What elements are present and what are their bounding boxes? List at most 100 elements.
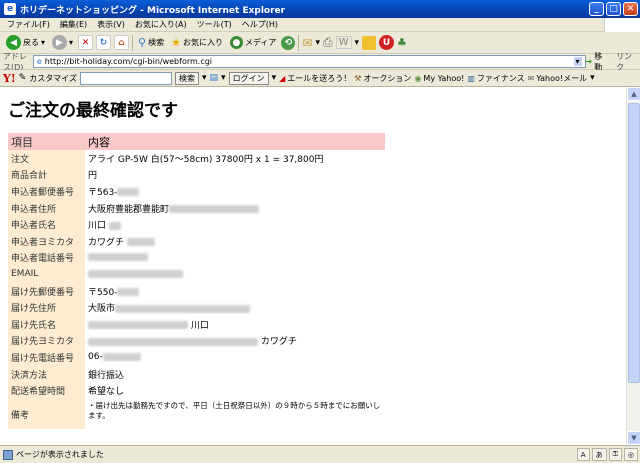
table-row: 届け先郵便番号 〒550- [8,282,385,300]
notes-icon[interactable] [362,35,377,50]
row-label: 申込者電話番号 [8,249,85,267]
stop-icon[interactable]: ✕ [78,35,94,50]
favorites-label: お気に入り [182,38,223,47]
edit-icon[interactable]: W [335,36,352,49]
chevron-down-icon[interactable]: ▾ [355,38,360,48]
messenger-icon[interactable]: ♣ [397,36,407,49]
row-value: 川口 [88,221,107,232]
table-row: 届け先氏名 川口 [8,315,385,333]
address-url: http://bit-holiday.com/cgi-bin/webform.c… [44,57,213,66]
close-button[interactable]: ✕ [623,2,638,16]
yahoo-item-finance[interactable]: ▥ ファイナンス [467,73,524,84]
gavel-icon: ⚒ [354,73,362,83]
forward-button[interactable]: ▶ ▾ [50,35,75,50]
yahoo-item-myyahoo[interactable]: ◉ My Yahoo! [414,74,464,83]
table-row: EMAIL [8,266,385,283]
table-row: 決済方法 銀行振込 [8,365,385,383]
yahoo-item-label: ファイナンス [476,73,525,83]
back-label: 戻る [23,38,39,47]
redacted-text [88,337,258,346]
table-row: 申込者電話番号 [8,249,385,267]
chevron-down-icon[interactable]: ▾ [69,38,73,47]
ime-icon[interactable]: A [576,448,590,461]
maximize-button[interactable]: □ [606,2,621,16]
redacted-text [102,352,141,361]
table-header-row: 項目 内容 [8,133,385,150]
favorites-button[interactable]: ★ お気に入り [169,36,225,49]
chevron-down-icon[interactable]: ▾ [41,38,45,47]
table-row: 注文 アライ GP-5W 白(57〜58cm) 37800円 x 1 = 37,8… [8,150,385,167]
yahoo-item-cheer[interactable]: ◢ エールを送ろう！ [279,73,351,84]
print-icon[interactable]: ⎙ [323,35,333,50]
u-logo-icon[interactable]: U [379,35,395,50]
redacted-text [117,288,140,297]
yahoo-logo[interactable]: Y! [3,72,16,85]
search-button[interactable]: ⚲ 検索 [136,36,166,49]
toolbar-separator [132,34,134,51]
ime-mode-icon[interactable]: あ [591,448,607,461]
search-icon: ⚲ [138,36,147,49]
row-label: 備考 [8,398,85,429]
yahoo-item-label: オークション [363,73,412,83]
row-value: 06- [88,352,103,363]
table-row: 申込者氏名 川口 [8,216,385,233]
row-value: ・届け出先は勤務先ですので、平日（土日祝祭日以外）の９時から５時までにお願いしま… [88,400,381,420]
scroll-down-arrow-icon[interactable]: ▼ [627,431,640,445]
chevron-down-icon[interactable]: ▾ [573,57,582,66]
redacted-text [126,238,155,247]
menu-help[interactable]: ヘルプ(H) [237,19,283,30]
login-button[interactable]: ログイン [228,71,269,85]
yahoo-search-button[interactable]: 検索 [175,71,199,85]
menu-tools[interactable]: ツール(T) [192,19,237,30]
redacted-text [169,205,260,214]
go-arrow-icon: ➔ [585,57,593,66]
yahoo-item-mail[interactable]: ✉ Yahoo!メール [528,73,587,84]
scrollbar-thumb[interactable] [628,103,640,383]
chevron-down-icon[interactable]: ▾ [221,73,226,83]
yahoo-item-auction[interactable]: ⚒ オークション [354,73,411,84]
row-value: 円 [88,171,98,182]
search-label: 検索 [148,38,165,47]
window-title: ホリデーネットショッピング - Microsoft Internet Explo… [20,5,286,16]
menu-edit[interactable]: 編集(E) [55,19,92,30]
customize-button[interactable]: カスタマイズ [29,73,77,84]
redacted-text [117,188,140,197]
chart-icon: ▥ [467,73,475,83]
chevron-down-icon[interactable]: ▾ [315,38,320,48]
chevron-down-icon[interactable]: ▾ [202,73,207,83]
chevron-down-icon[interactable]: ▾ [272,73,277,83]
minimize-button[interactable]: _ [589,2,604,16]
row-label: 届け先ヨミカタ [8,332,85,350]
mail-icon[interactable]: ✉ [302,36,312,50]
row-label: 配送希望時間 [8,382,85,399]
window-titlebar: e ホリデーネットショッピング - Microsoft Internet Exp… [0,0,640,18]
table-row: 届け先住所 大阪市 [8,299,385,316]
address-input[interactable]: e http://bit-holiday.com/cgi-bin/webform… [32,55,586,68]
table-row: 商品合計円 [8,166,385,184]
menu-file[interactable]: ファイル(F) [2,19,55,30]
media-button[interactable]: ● メディア [228,36,278,49]
vertical-scrollbar[interactable]: ▲ ▼ [626,87,640,445]
my-yahoo-icon: ◉ [414,73,422,83]
row-value: アライ GP-5W 白(57〜58cm) 37800円 x 1 = 37,800… [88,154,324,165]
yahoo-item-label: Yahoo!メール [536,73,588,83]
table-row: 申込者住所 大阪府豊能郡豊能町 [8,199,385,217]
refresh-icon[interactable]: ↻ [96,35,112,50]
table-row: 申込者郵便番号 〒563- [8,183,385,200]
table-row: 届け先ヨミカタ カワグチ [8,332,385,350]
history-icon[interactable]: ⟲ [281,35,296,50]
menu-favorites[interactable]: お気に入り(A) [130,19,192,30]
row-value: 〒550- [88,287,118,298]
chevron-down-icon[interactable]: ▾ [590,73,595,83]
row-value: 銀行振込 [88,370,125,381]
yahoo-search-input[interactable] [80,71,172,85]
highlight-icon[interactable]: ▤ [210,73,219,83]
forward-arrow-icon: ▶ [52,35,68,50]
star-icon: ★ [171,36,181,49]
status-text: ページが表示されました [16,450,104,459]
home-icon[interactable]: ⌂ [114,35,130,50]
redacted-text [88,253,148,262]
menu-view[interactable]: 表示(V) [92,19,130,30]
back-button[interactable]: ◀ 戻る ▾ [4,35,47,50]
scroll-up-arrow-icon[interactable]: ▲ [627,87,640,101]
